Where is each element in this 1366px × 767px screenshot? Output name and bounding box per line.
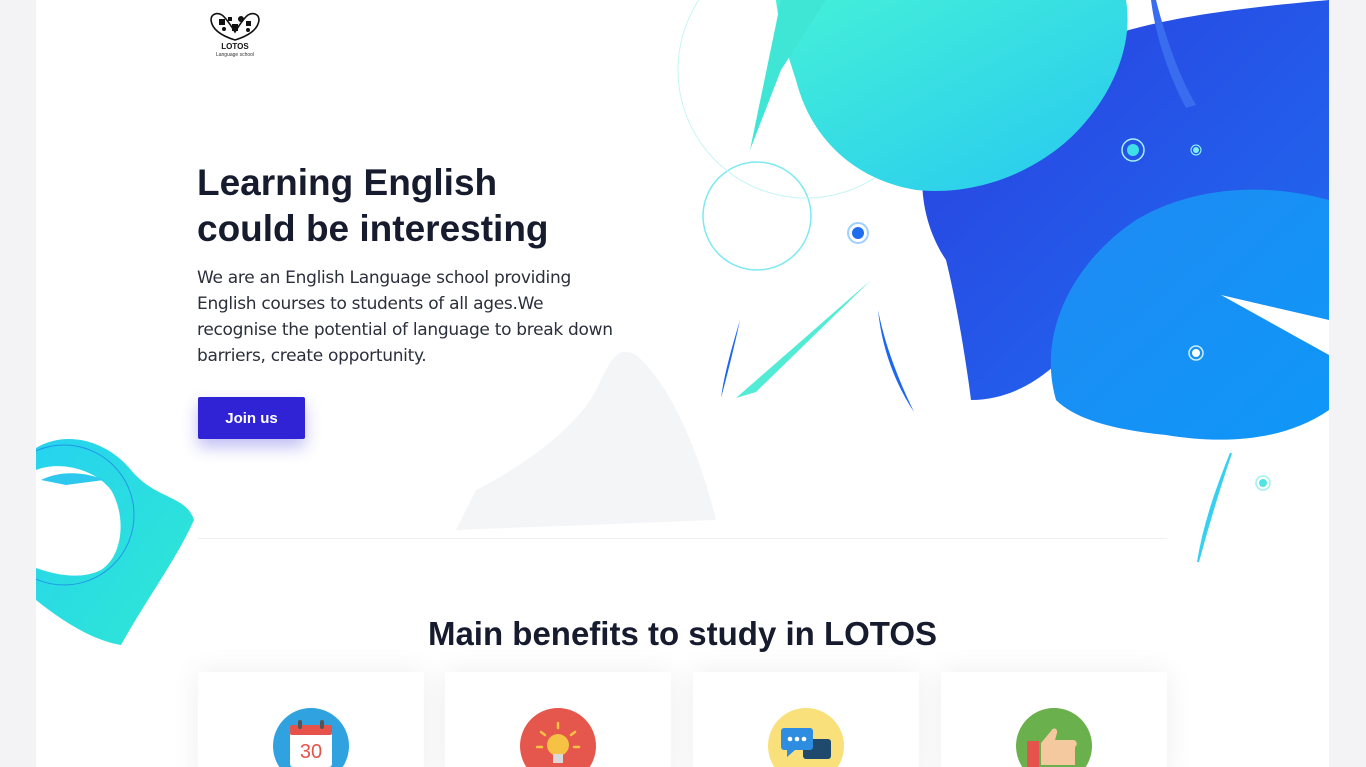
section-divider bbox=[198, 538, 1167, 539]
logo-emblem-icon bbox=[210, 12, 260, 41]
benefit-card bbox=[693, 672, 919, 767]
chat-icon bbox=[768, 708, 844, 767]
benefit-card bbox=[941, 672, 1167, 767]
benefit-card bbox=[445, 672, 671, 767]
logo-name: LOTOS bbox=[221, 42, 249, 51]
hero-title-line-1: Learning English bbox=[197, 162, 498, 203]
benefit-card: 30 bbox=[198, 672, 424, 767]
lightbulb-icon bbox=[520, 708, 596, 767]
landing-page: LOTOS Language school Learning English c… bbox=[36, 0, 1329, 767]
lotos-logo[interactable]: LOTOS Language school bbox=[208, 10, 262, 60]
thumbs-up-icon bbox=[1016, 708, 1092, 767]
hero-title: Learning English could be interesting bbox=[197, 160, 617, 252]
benefits-title: Main benefits to study in LOTOS bbox=[427, 615, 938, 652]
hero-description: We are an English Language school provid… bbox=[197, 268, 613, 366]
logo-subtitle: Language school bbox=[215, 52, 255, 58]
hero-title-line-2: could be interesting bbox=[197, 208, 549, 249]
join-us-button[interactable]: Join us bbox=[198, 397, 305, 439]
calendar-day-text: 30 bbox=[300, 741, 322, 763]
calendar-icon: 30 bbox=[273, 708, 349, 767]
